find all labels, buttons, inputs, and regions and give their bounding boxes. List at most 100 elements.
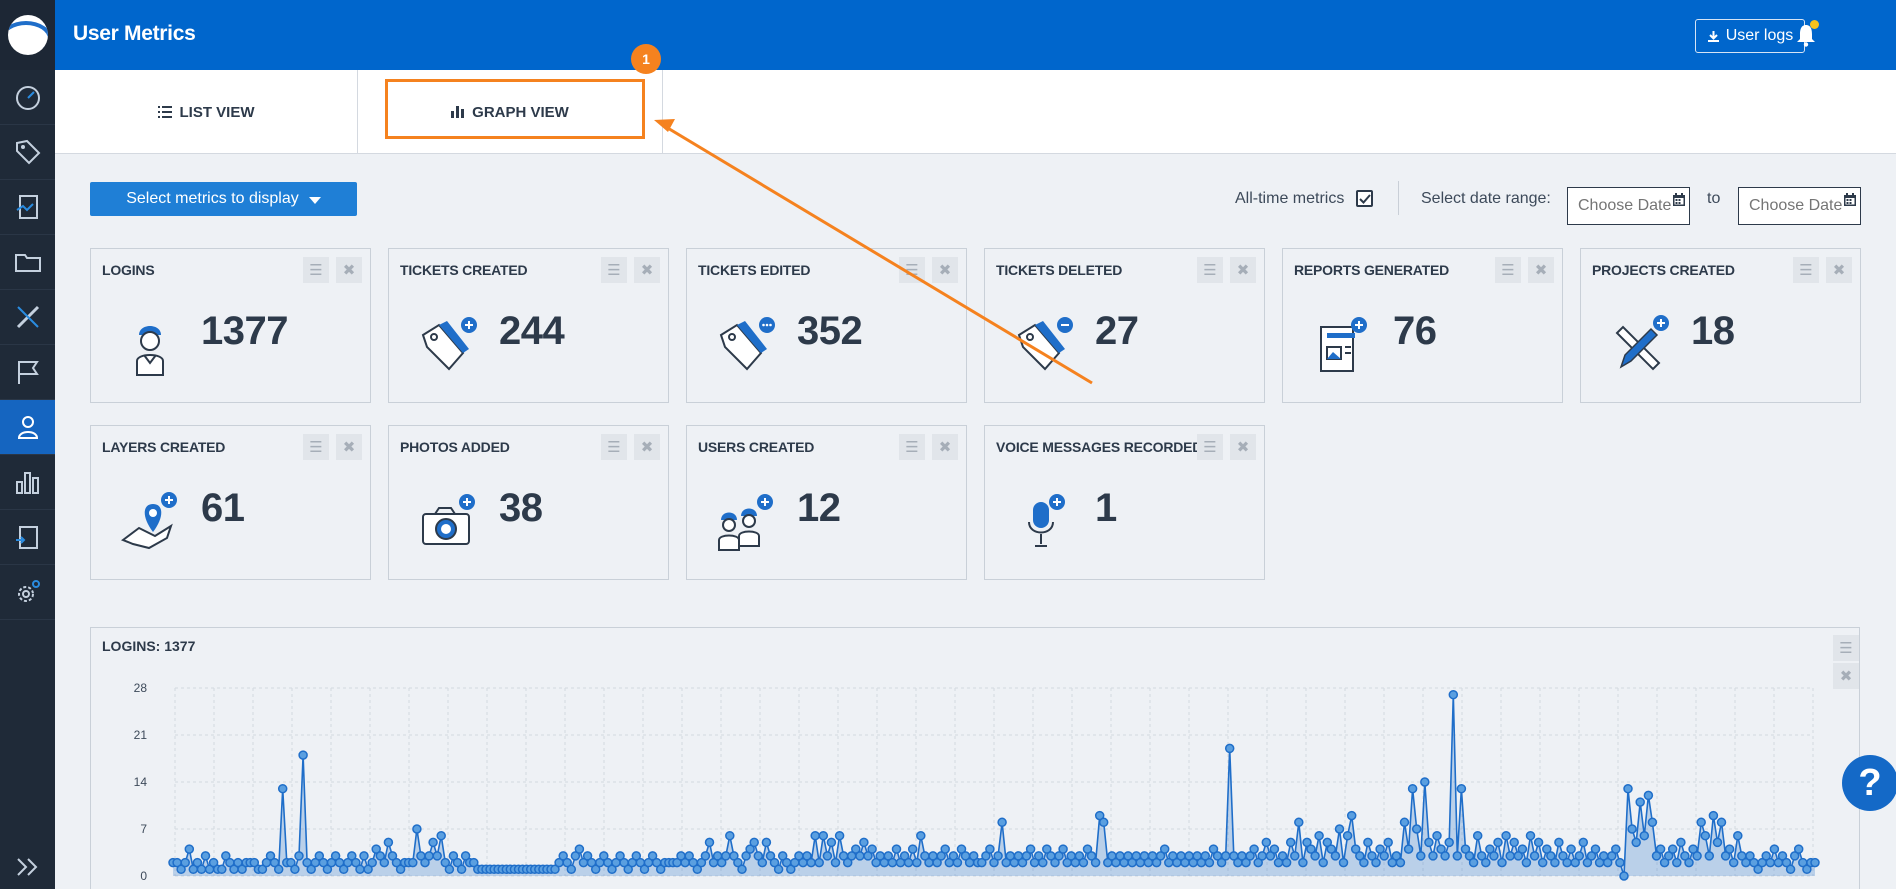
data-point [1432, 830, 1442, 841]
data-point [1472, 830, 1483, 841]
metric-value: 244 [499, 309, 565, 353]
data-point [1635, 797, 1645, 807]
data-point [1724, 844, 1735, 854]
card-menu-button[interactable]: ☰ [303, 434, 329, 460]
card-close-button[interactable]: ✖ [932, 434, 958, 460]
data-point [737, 864, 747, 875]
sidebar-item-flags[interactable] [0, 345, 55, 400]
data-point [887, 857, 898, 868]
card-menu-button[interactable]: ☰ [1793, 257, 1819, 283]
sidebar-item-tickets[interactable] [0, 125, 55, 180]
card-close-button[interactable]: ✖ [932, 257, 958, 283]
data-point [1159, 844, 1170, 854]
card-menu-button[interactable]: ☰ [1197, 257, 1223, 283]
data-point [1448, 689, 1459, 700]
calendar-icon[interactable] [1844, 193, 1856, 206]
data-point [294, 851, 304, 861]
data-point [773, 864, 784, 875]
data-point [1407, 783, 1418, 794]
card-close-button[interactable]: ✖ [336, 434, 362, 460]
data-point [1298, 857, 1308, 868]
all-time-checkbox[interactable] [1356, 190, 1373, 207]
select-metrics-button[interactable]: Select metrics to display [90, 182, 357, 216]
date-from-input[interactable] [1567, 187, 1690, 225]
data-point [383, 837, 394, 848]
help-button[interactable]: ? [1842, 755, 1896, 811]
sidebar-item-settings[interactable] [0, 565, 55, 620]
data-point [1310, 851, 1320, 861]
sidebar-item-clipboard[interactable] [0, 510, 55, 565]
card-close-button[interactable]: ✖ [1230, 434, 1256, 460]
sidebar-item-folders[interactable] [0, 235, 55, 290]
data-point [180, 857, 190, 868]
list-icon [157, 106, 172, 118]
sidebar-item-dashboard[interactable] [0, 70, 55, 125]
data-point [1611, 844, 1621, 854]
data-point [1765, 857, 1776, 868]
data-point [1383, 837, 1393, 848]
y-tick-label: 28 [134, 681, 148, 695]
data-point [826, 837, 837, 848]
card-close-button[interactable]: ✖ [1826, 257, 1852, 283]
sidebar [0, 0, 55, 889]
data-point [1769, 844, 1780, 854]
data-point [1619, 871, 1629, 881]
data-point [1489, 851, 1499, 861]
data-point [818, 830, 829, 841]
y-tick-label: 7 [140, 822, 147, 836]
logins-line-chart: 0 7 14 21 28 [134, 681, 1820, 883]
data-point [1631, 837, 1641, 848]
date-to-input[interactable] [1738, 187, 1861, 225]
card-close-button[interactable]: ✖ [634, 434, 660, 460]
sidebar-item-reports[interactable] [0, 180, 55, 235]
worker-helmet-icon [136, 326, 164, 376]
page-title: User Metrics [73, 22, 196, 45]
data-point [1481, 857, 1491, 868]
data-point [1733, 830, 1743, 841]
card-close-button[interactable]: ✖ [336, 257, 362, 283]
chart-title: LOGINS: 1377 [102, 638, 196, 654]
data-point [1676, 837, 1686, 848]
data-point [952, 857, 963, 868]
chart-menu-button[interactable]: ☰ [1833, 635, 1859, 661]
data-point [1098, 817, 1109, 828]
data-point [907, 844, 918, 854]
card-menu-button[interactable]: ☰ [1197, 434, 1223, 460]
card-menu-button[interactable]: ☰ [899, 257, 925, 283]
data-point [1379, 851, 1389, 861]
tag-minus-icon [1017, 317, 1073, 371]
card-menu-button[interactable]: ☰ [1495, 257, 1521, 283]
card-menu-button[interactable]: ☰ [601, 434, 627, 460]
sidebar-item-users[interactable] [0, 400, 55, 455]
sidebar-item-analytics[interactable] [0, 455, 55, 510]
card-menu-button[interactable]: ☰ [303, 257, 329, 283]
metric-value: 12 [797, 486, 841, 530]
ruler-pencil-plus-icon [1615, 315, 1669, 371]
card-close-button[interactable]: ✖ [1230, 257, 1256, 283]
tab-list-view[interactable]: LIST VIEW [55, 70, 358, 154]
data-point [1623, 783, 1633, 794]
data-point [814, 857, 824, 868]
card-menu-button[interactable]: ☰ [899, 434, 925, 460]
metric-value: 76 [1393, 309, 1437, 353]
metric-card-tickets-created: TICKETS CREATED ☰ ✖ 244 [388, 248, 669, 403]
sidebar-expand-button[interactable] [0, 844, 55, 889]
calendar-icon[interactable] [1673, 193, 1685, 206]
card-menu-button[interactable]: ☰ [601, 257, 627, 283]
sidebar-item-tools[interactable] [0, 290, 55, 345]
data-point [822, 851, 833, 861]
data-point [1440, 851, 1450, 861]
user-logs-button[interactable]: User logs [1695, 19, 1805, 53]
data-point [359, 851, 369, 861]
card-close-button[interactable]: ✖ [634, 257, 660, 283]
app-logo[interactable] [0, 0, 55, 70]
data-point [1692, 851, 1702, 861]
camera-plus-icon [422, 494, 475, 545]
data-point [196, 864, 207, 875]
data-point [1285, 837, 1296, 848]
data-point [1363, 837, 1373, 848]
card-close-button[interactable]: ✖ [1528, 257, 1554, 283]
select-metrics-label: Select metrics to display [126, 190, 299, 207]
data-point [912, 857, 922, 868]
data-point [1655, 844, 1666, 854]
